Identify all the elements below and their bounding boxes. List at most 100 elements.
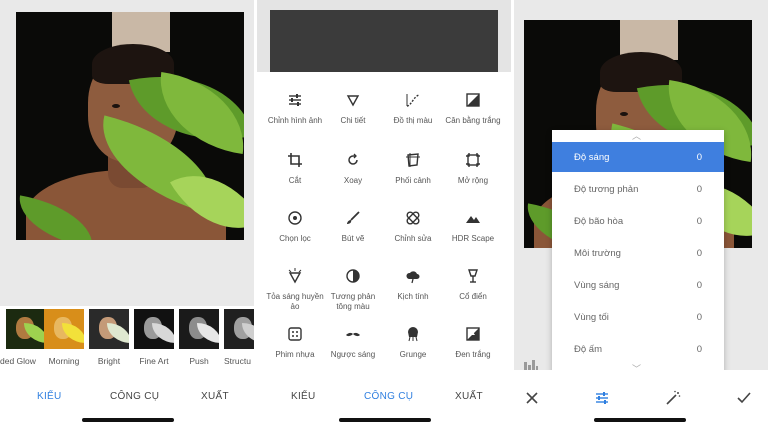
filter-item[interactable]: Structu xyxy=(224,309,254,366)
tool-label: Đen trắng xyxy=(455,350,491,359)
close-icon[interactable] xyxy=(524,390,540,406)
adjustment-menu: ︿ Độ sáng 0 Độ tương phản 0 Độ bão hòa 0… xyxy=(552,130,724,376)
adjust-row-warmth[interactable]: Độ ấm 0 xyxy=(552,334,724,364)
tool-label: Chỉnh hình ảnh xyxy=(267,116,323,125)
adjust-value: 0 xyxy=(696,280,702,291)
adjust-row-ambiance[interactable]: Môi trường 0 xyxy=(552,238,724,268)
tool-rotate[interactable]: Xoay xyxy=(323,152,383,186)
tools-screen: Chỉnh hình ảnh Chi tiết Đồ thị màu Cân b… xyxy=(257,0,511,432)
filter-item[interactable]: Bright xyxy=(89,309,129,366)
tool-label: Đồ thị màu xyxy=(393,116,433,125)
filter-label: Push xyxy=(189,356,209,366)
tab-styles[interactable]: KIỂU xyxy=(37,391,62,402)
tool-label: Grunge xyxy=(399,350,427,359)
adjust-row-contrast[interactable]: Độ tương phản 0 xyxy=(552,174,724,204)
brush-icon xyxy=(347,211,360,224)
filter-item[interactable]: Push xyxy=(179,309,219,366)
adjust-name: Vùng tối xyxy=(574,312,609,323)
tool-details[interactable]: Chi tiết xyxy=(323,92,383,126)
tool-tune-image[interactable]: Chỉnh hình ảnh xyxy=(265,92,325,126)
filter-thumbnail xyxy=(6,309,46,349)
tool-drama[interactable]: Kịch tính xyxy=(383,268,443,302)
tool-retrolux[interactable]: Ngược sáng xyxy=(323,326,383,360)
tonal-contrast-icon xyxy=(346,269,360,283)
tab-export[interactable]: XUẤT xyxy=(201,391,229,402)
dimmed-canvas xyxy=(257,0,511,72)
tool-hdr-scape[interactable]: HDR Scape xyxy=(443,210,503,244)
adjust-value: 0 xyxy=(696,312,702,323)
filter-thumbnail xyxy=(89,309,129,349)
checkmark-icon[interactable] xyxy=(736,390,752,406)
tool-expand[interactable]: Mở rộng xyxy=(443,152,503,186)
tool-label: Cổ điển xyxy=(459,292,487,301)
adjust-row-highlights[interactable]: Vùng sáng 0 xyxy=(552,270,724,300)
tool-curves[interactable]: Đồ thị màu xyxy=(383,92,443,126)
filter-label: Bright xyxy=(97,356,121,366)
expand-icon xyxy=(466,153,480,167)
tool-white-balance[interactable]: Cân bằng trắng xyxy=(443,92,503,126)
white-balance-icon xyxy=(466,93,480,107)
tool-label: Chọn lọc xyxy=(279,234,311,243)
magic-wand-icon[interactable] xyxy=(665,390,681,406)
tool-glamour-glow[interactable]: Tỏa sáng huyền ảo xyxy=(265,268,325,312)
tool-label: Phối cảnh xyxy=(395,176,431,185)
tool-grunge[interactable]: Grunge xyxy=(383,326,443,360)
histogram-icon[interactable] xyxy=(524,358,538,370)
adjust-name: Độ ấm xyxy=(574,344,602,355)
tool-tonal-contrast[interactable]: Tương phản tông màu xyxy=(323,268,383,312)
grunge-icon xyxy=(408,327,418,342)
tool-label: Tương phản tông màu xyxy=(330,292,376,311)
filter-item[interactable]: Morning xyxy=(44,309,84,366)
adjust-value: 0 xyxy=(696,248,702,259)
adjust-row-saturation[interactable]: Độ bão hòa 0 xyxy=(552,206,724,236)
filter-item[interactable]: ded Glow xyxy=(0,309,46,366)
tool-label: Tỏa sáng huyền ảo xyxy=(266,292,324,311)
crop-icon xyxy=(288,153,302,167)
filter-thumbnail xyxy=(179,309,219,349)
drama-cloud-icon xyxy=(406,271,420,284)
healing-icon xyxy=(406,211,420,225)
tools-grid: Chỉnh hình ảnh Chi tiết Đồ thị màu Cân b… xyxy=(257,72,511,370)
tool-crop[interactable]: Cắt xyxy=(265,152,325,186)
adjust-name: Môi trường xyxy=(574,248,621,259)
tool-action-bar xyxy=(514,370,768,432)
tool-label: Mở rộng xyxy=(457,176,489,185)
tool-label: Phim nhựa xyxy=(275,350,315,359)
tool-perspective[interactable]: Phối cảnh xyxy=(383,152,443,186)
tool-label: Chi tiết xyxy=(340,116,366,125)
tool-black-white[interactable]: Đen trắng xyxy=(443,326,503,360)
tool-brush[interactable]: Bút vẽ xyxy=(323,210,383,244)
filter-item[interactable]: Fine Art xyxy=(134,309,174,366)
mountains-icon xyxy=(466,216,480,223)
tool-label: Xoay xyxy=(343,176,363,185)
tool-label: Kịch tính xyxy=(397,292,429,301)
mustache-icon xyxy=(346,332,360,337)
tune-sliders-icon[interactable] xyxy=(594,390,610,406)
tool-selective[interactable]: Chọn lọc xyxy=(265,210,325,244)
tab-tools[interactable]: CÔNG CỤ xyxy=(364,391,413,402)
rotate-icon xyxy=(348,153,358,165)
tune-image-screen: ︿ Độ sáng 0 Độ tương phản 0 Độ bão hòa 0… xyxy=(514,0,768,432)
image-canvas xyxy=(0,0,254,300)
tool-healing[interactable]: Chỉnh sửa xyxy=(383,210,443,244)
tool-vintage[interactable]: Cổ điển xyxy=(443,268,503,302)
adjust-row-brightness[interactable]: Độ sáng 0 xyxy=(552,142,724,172)
adjust-name: Vùng sáng xyxy=(574,280,620,291)
adjust-name: Độ sáng xyxy=(574,152,610,163)
glamour-glow-icon xyxy=(288,268,302,284)
home-indicator xyxy=(594,418,686,422)
photo-preview[interactable] xyxy=(16,12,244,240)
tab-styles[interactable]: KIỂU xyxy=(291,391,316,402)
tool-label: Cắt xyxy=(288,176,302,185)
tool-grainy-film[interactable]: Phim nhựa xyxy=(265,326,325,360)
tool-label: Ngược sáng xyxy=(330,350,376,359)
filter-label: Morning xyxy=(48,356,80,366)
bottom-tab-bar: KIỂU CÔNG CỤ XUẤT xyxy=(0,370,254,432)
tab-tools[interactable]: CÔNG CỤ xyxy=(110,391,159,402)
styles-screen: ded Glow Morning Bright Fine Art Push St… xyxy=(0,0,254,432)
adjust-row-shadows[interactable]: Vùng tối 0 xyxy=(552,302,724,332)
filter-thumbnail xyxy=(224,309,254,349)
bottom-tab-bar: KIỂU CÔNG CỤ XUẤT xyxy=(257,370,511,432)
chevron-up-icon: ︿ xyxy=(632,131,642,141)
tab-export[interactable]: XUẤT xyxy=(455,391,483,402)
